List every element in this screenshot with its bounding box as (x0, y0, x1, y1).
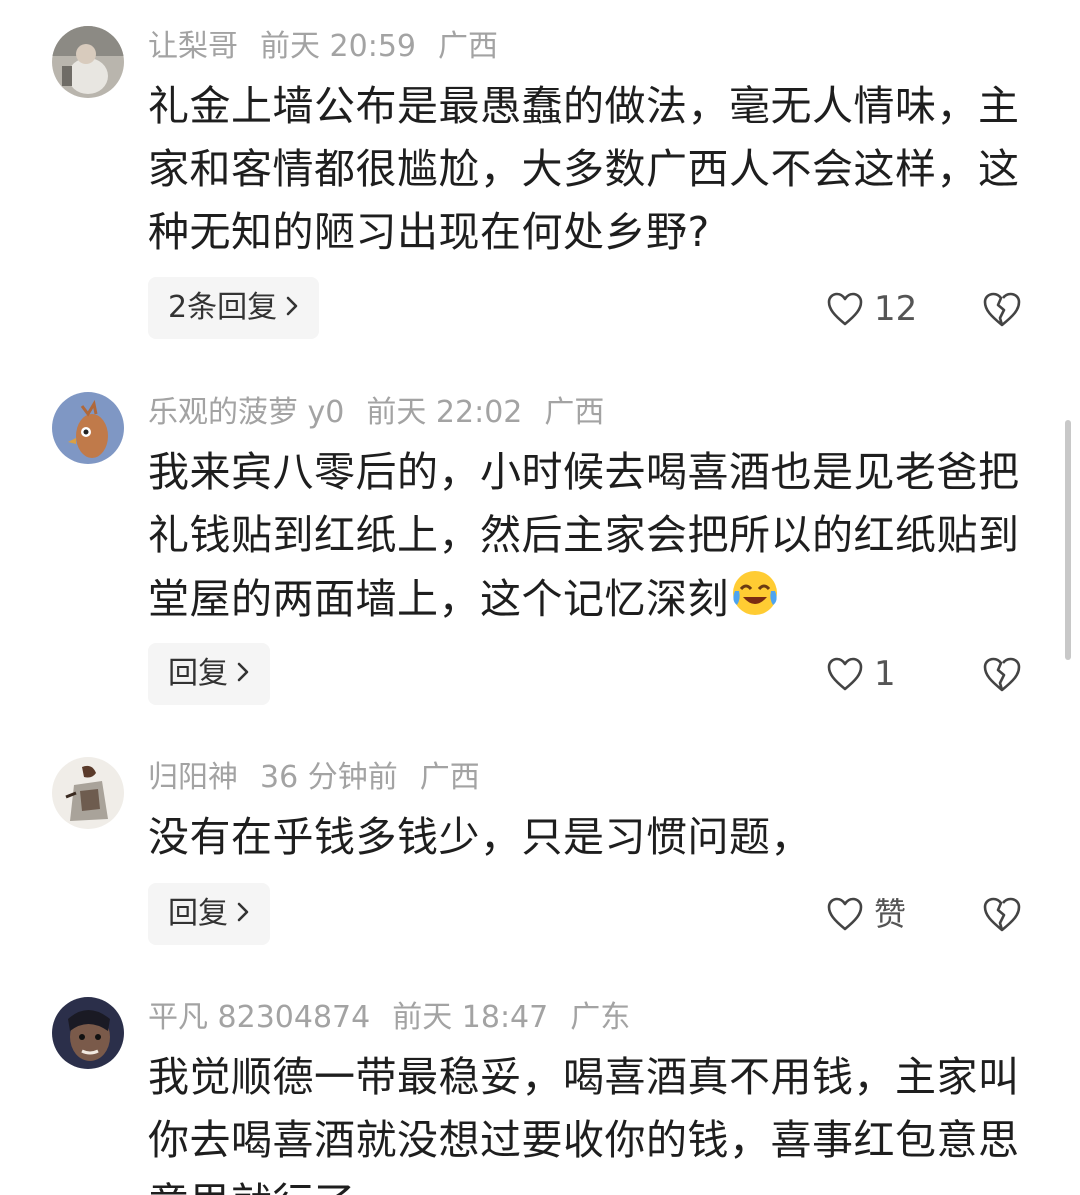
dislike-button[interactable] (982, 655, 1022, 695)
comment-item: 乐观的菠萝 y0 前天 22:02 广西 我来宾八零后的，小时候去喝喜酒也是见老爸把… (0, 370, 1080, 735)
reply-button[interactable]: 2条回复 (148, 277, 320, 339)
heart-outline-icon (827, 657, 863, 691)
timestamp: 36 分钟前 (260, 760, 398, 795)
location: 广西 (438, 29, 498, 64)
comment-meta: 平凡 82304874 前天 18:47 广东 (148, 998, 652, 1038)
broken-heart-icon (983, 657, 1021, 692)
like-button[interactable]: 1 (826, 652, 896, 696)
timestamp: 前天 20:59 (260, 29, 416, 64)
reply-button[interactable]: 回复 (148, 643, 270, 705)
comment-item: 归阳神 36 分钟前 广西 没有在乎钱多钱少，只是习惯问题， 回复 赞 (0, 735, 1080, 975)
username[interactable]: 平凡 82304874 (148, 1000, 370, 1035)
heart-outline-icon (827, 897, 863, 931)
comment-text: 礼金上墙公布是最愚蠢的做法，毫无人情味，主家和客情都很尴尬，大多数广西人不会这样… (148, 82, 1020, 256)
comment-text: 没有在乎钱多钱少，只是习惯问题， (148, 813, 812, 861)
reply-button[interactable]: 回复 (148, 883, 270, 945)
heart-outline-icon (827, 292, 863, 326)
like-button[interactable]: 赞 (826, 892, 906, 936)
comment-item: 平凡 82304874 前天 18:47 广东 我觉顺德一带最稳妥，喝喜酒真不用钱，… (0, 975, 1080, 1195)
comment-text-body: 我来宾八零后的，小时候去喝喜酒也是见老爸把礼钱贴到红纸上，然后主家会把所以的红纸… (148, 448, 1020, 623)
reply-label: 2条回复 (168, 290, 278, 325)
reply-label: 回复 (168, 656, 228, 691)
location: 广东 (570, 1000, 631, 1035)
username[interactable]: 归阳神 (148, 760, 238, 795)
location: 广西 (544, 395, 605, 430)
comment-item: 让梨哥 前天 20:59 广西 礼金上墙公布是最愚蠢的做法，毫无人情味，主家和客情都… (0, 0, 1080, 370)
scrollbar[interactable] (1065, 420, 1071, 660)
avatar[interactable] (52, 392, 124, 464)
username[interactable]: 让梨哥 (148, 29, 238, 64)
comment-meta: 归阳神 36 分钟前 广西 (148, 758, 502, 798)
comment-meta: 乐观的菠萝 y0 前天 22:02 广西 (148, 393, 626, 433)
avatar[interactable] (52, 757, 124, 829)
avatar[interactable] (52, 997, 124, 1069)
chevron-right-icon (236, 643, 250, 705)
laughing-crying-emoji-icon (733, 571, 777, 615)
username[interactable]: 乐观的菠萝 y0 (148, 395, 344, 430)
dislike-button[interactable] (982, 290, 1022, 330)
like-count: 1 (874, 654, 896, 694)
timestamp: 前天 18:47 (392, 1000, 549, 1035)
comment-meta: 让梨哥 前天 20:59 广西 (148, 27, 520, 67)
like-button[interactable]: 12 (826, 287, 917, 331)
timestamp: 前天 22:02 (366, 395, 523, 430)
location: 广西 (419, 760, 480, 795)
like-count: 12 (874, 289, 918, 329)
avatar[interactable] (52, 26, 124, 98)
comment-text: 我觉顺德一带最稳妥，喝喜酒真不用钱，主家叫你去喝喜酒就没想过要收你的钱，喜事红包… (148, 1053, 1020, 1195)
comment-text: 我来宾八零后的，小时候去喝喜酒也是见老爸把礼钱贴到红纸上，然后主家会把所以的红纸… (148, 441, 1028, 631)
dislike-button[interactable] (982, 895, 1022, 935)
like-count: 赞 (874, 895, 907, 933)
broken-heart-icon (983, 897, 1021, 932)
chevron-right-icon (285, 277, 299, 339)
chevron-right-icon (236, 883, 250, 945)
broken-heart-icon (983, 292, 1021, 327)
reply-label: 回复 (168, 896, 228, 931)
